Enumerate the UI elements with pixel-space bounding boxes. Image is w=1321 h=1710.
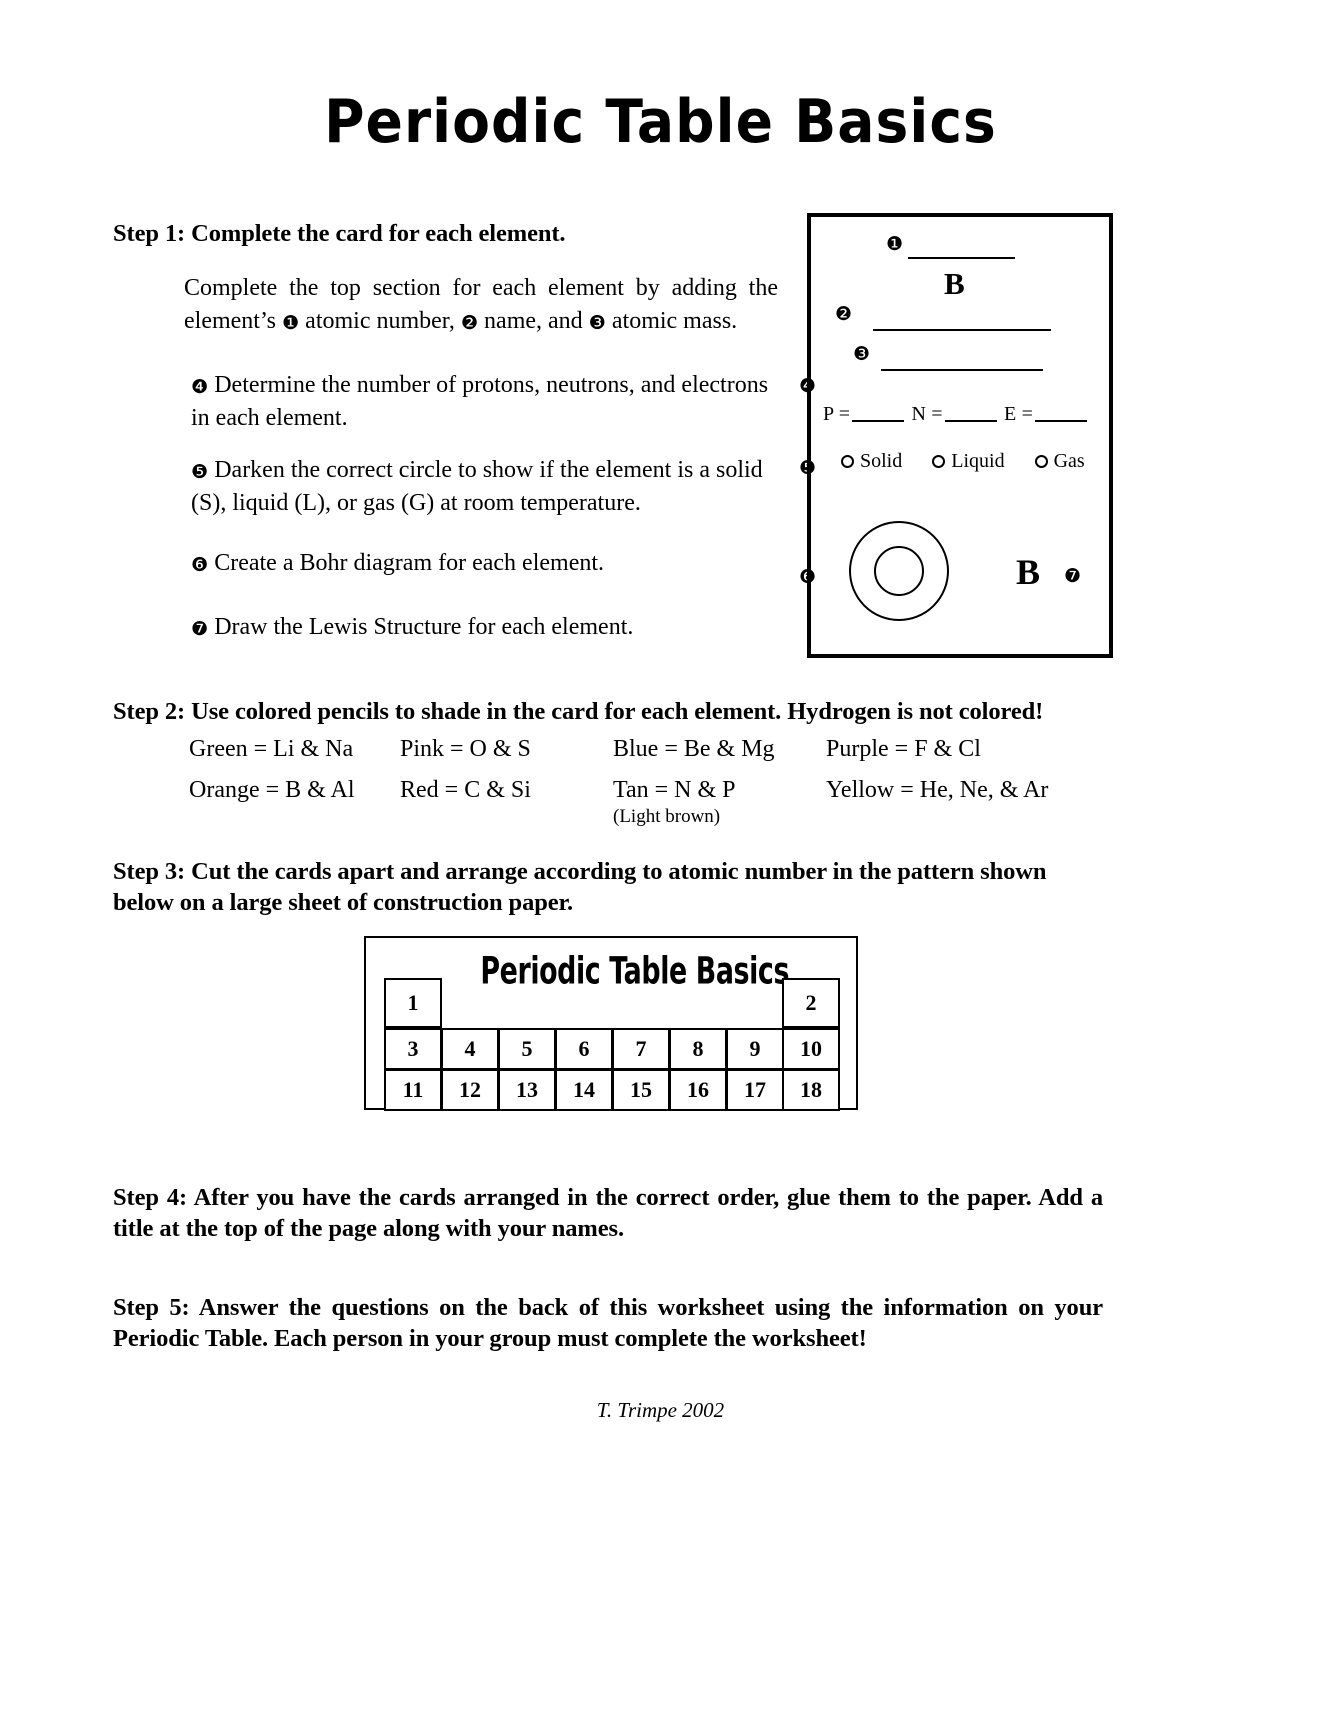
lewis-structure-symbol: B — [1016, 552, 1041, 592]
periodic-table-grid: Periodic Table Basics 1 2 3 4 5 6 7 8 9 … — [364, 936, 858, 1111]
grid-cell-18[interactable]: 18 — [782, 1069, 840, 1111]
card-marker-1-icon: ❶ — [886, 233, 904, 255]
grid-title: Periodic Table Basics — [480, 948, 790, 993]
atomic-number-blank[interactable] — [908, 257, 1015, 259]
step1-p3-text: Darken the correct circle to show if the… — [191, 457, 763, 517]
color-legend-yellow: Yellow = He, Ne, & Ar — [826, 777, 1049, 803]
grid-cell-1[interactable]: 1 — [384, 978, 442, 1028]
solid-radio-icon[interactable] — [841, 455, 854, 468]
circled-number-4-icon: ❹ — [191, 375, 209, 398]
liquid-label: Liquid — [951, 450, 1005, 472]
step1-p1-text-c: name, and — [478, 308, 589, 335]
step1-paragraph-2: ❹ Determine the number of protons, neutr… — [191, 369, 781, 435]
grid-cell-12[interactable]: 12 — [441, 1069, 499, 1111]
step1-paragraph-1: Complete the top section for each elemen… — [184, 272, 778, 338]
pne-row: P = N = E = — [823, 403, 1089, 426]
grid-cell-16[interactable]: 16 — [669, 1069, 727, 1111]
step1-heading: Step 1: Complete the card for each eleme… — [113, 220, 566, 247]
grid-cell-2[interactable]: 2 — [782, 978, 840, 1028]
circled-number-7-icon: ❼ — [191, 617, 209, 640]
electrons-label: E = — [1004, 403, 1034, 425]
grid-cell-11[interactable]: 11 — [384, 1069, 442, 1111]
step4-heading: Step 4: After you have the cards arrange… — [113, 1184, 1103, 1243]
step1-p4-text: Create a Bohr diagram for each element. — [208, 550, 605, 576]
circled-number-6-icon: ❻ — [191, 553, 209, 576]
step1-p1-text-b: atomic number, — [299, 308, 461, 335]
liquid-radio-icon[interactable] — [932, 455, 946, 468]
step1-p2-text: Determine the number of protons, neutron… — [191, 372, 769, 432]
grid-cell-8[interactable]: 8 — [669, 1028, 727, 1070]
grid-cell-13[interactable]: 13 — [498, 1069, 556, 1111]
step3-heading: Step 3: Cut the cards apart and arrange … — [113, 858, 1047, 917]
grid-cell-6[interactable]: 6 — [555, 1028, 613, 1070]
element-symbol-top: B — [944, 266, 965, 301]
card-marker-6-icon: ❻ — [799, 566, 817, 588]
circled-number-3-icon: ❸ — [588, 311, 606, 335]
protons-label: P = — [823, 403, 851, 425]
neutrons-label: N = — [911, 403, 943, 425]
circled-number-2-icon: ❷ — [460, 311, 479, 335]
grid-cell-4[interactable]: 4 — [441, 1028, 499, 1070]
step1-p5-text: Draw the Lewis Structure for each elemen… — [208, 614, 634, 640]
card-marker-2-icon: ❷ — [835, 303, 853, 325]
tan-light-brown-note: (Light brown) — [613, 806, 721, 827]
grid-cell-15[interactable]: 15 — [612, 1069, 670, 1111]
state-of-matter-row: Solid Liquid Gas — [841, 450, 1085, 473]
element-card-diagram: ❶ B ❷ ❸ ❹ P = N = E = ❺ Solid Liquid Gas — [799, 213, 1113, 658]
grid-cell-5[interactable]: 5 — [498, 1028, 556, 1070]
gas-label: Gas — [1053, 450, 1085, 472]
step1-paragraph-5: ❼ Draw the Lewis Structure for each elem… — [191, 611, 781, 644]
step2-heading: Step 2: Use colored pencils to shade in … — [113, 698, 1044, 725]
step1-paragraph-4: ❻ Create a Bohr diagram for each element… — [191, 547, 781, 580]
solid-label: Solid — [860, 450, 903, 472]
atomic-mass-blank[interactable] — [881, 369, 1043, 371]
grid-cell-3[interactable]: 3 — [384, 1028, 442, 1070]
electrons-blank[interactable] — [1035, 420, 1088, 422]
grid-cell-14[interactable]: 14 — [555, 1069, 613, 1111]
bohr-nucleus-icon — [874, 546, 924, 596]
neutrons-blank[interactable] — [944, 420, 997, 422]
color-legend-green: Green = Li & Na — [189, 736, 354, 762]
card-marker-5-icon: ❺ — [799, 457, 817, 479]
step1-paragraph-3: ❺ Darken the correct circle to show if t… — [191, 454, 785, 520]
protons-blank[interactable] — [852, 420, 905, 422]
element-name-blank[interactable] — [873, 329, 1051, 331]
gas-radio-icon[interactable] — [1034, 455, 1048, 468]
worksheet-page: Periodic Table Basics Step 1: Complete t… — [0, 0, 1321, 1710]
color-legend-orange: Orange = B & Al — [189, 777, 355, 803]
grid-cell-9[interactable]: 9 — [726, 1028, 784, 1070]
step5-heading: Step 5: Answer the questions on the back… — [113, 1294, 1103, 1353]
color-legend-purple: Purple = F & Cl — [826, 736, 981, 762]
grid-cell-7[interactable]: 7 — [612, 1028, 670, 1070]
color-legend-red: Red = C & Si — [400, 777, 531, 803]
page-title: Periodic Table Basics — [324, 88, 997, 157]
circled-number-5-icon: ❺ — [191, 460, 209, 483]
card-marker-3-icon: ❸ — [853, 343, 871, 365]
circled-number-1-icon: ❶ — [281, 311, 300, 335]
color-legend-tan: Tan = N & P — [613, 777, 736, 803]
grid-cell-17[interactable]: 17 — [726, 1069, 784, 1111]
grid-cell-10[interactable]: 10 — [782, 1028, 840, 1070]
card-marker-7-icon: ❼ — [1064, 565, 1082, 587]
color-legend-pink: Pink = O & S — [400, 736, 531, 762]
card-marker-4-icon: ❹ — [799, 375, 817, 397]
footer-credit: T. Trimpe 2002 — [596, 1398, 725, 1422]
step1-p1-text-d: atomic mass. — [605, 308, 738, 335]
color-legend-blue: Blue = Be & Mg — [613, 736, 775, 762]
